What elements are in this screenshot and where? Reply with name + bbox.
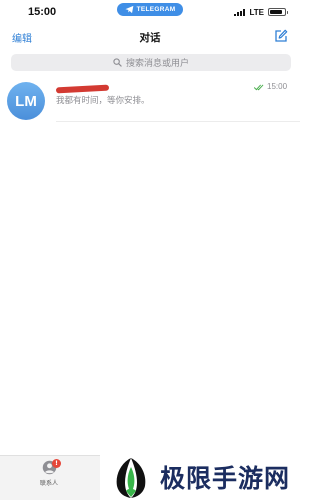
redacted-name <box>55 84 110 94</box>
message-time: 15:00 <box>267 82 288 91</box>
row-divider <box>56 121 300 122</box>
contacts-badge: ! <box>52 459 61 468</box>
tab-contacts[interactable]: ! 联系人 <box>35 459 63 494</box>
page-title: 对话 <box>139 32 161 44</box>
message-preview: 我都有时间，等你安排。 <box>56 96 150 106</box>
double-check-icon <box>254 84 264 91</box>
chat-list-item[interactable]: LM 15:00 我都有时间，等你安排。 <box>0 78 300 122</box>
status-indicators: LTE <box>234 7 288 17</box>
nav-bar: 编辑 对话 <box>0 26 300 50</box>
tab-bar: ! 联系人 <box>0 455 100 500</box>
avatar: LM <box>7 82 45 120</box>
battery-fill <box>270 10 282 14</box>
status-bar: 15:00 TELEGRAM LTE <box>0 0 300 24</box>
tab-contacts-label: 联系人 <box>39 480 58 487</box>
compose-icon[interactable] <box>274 29 288 43</box>
telegram-pill-label: TELEGRAM <box>136 6 176 13</box>
status-time: 15:00 <box>28 6 57 18</box>
paper-plane-icon <box>125 5 133 14</box>
network-type: LTE <box>249 7 264 17</box>
telegram-pill[interactable]: TELEGRAM <box>117 3 183 16</box>
search-input[interactable]: 搜索消息或用户 <box>11 54 291 71</box>
search-placeholder: 搜索消息或用户 <box>125 59 189 69</box>
watermark-text: 极限手游网 <box>160 464 291 493</box>
battery-icon <box>268 8 288 16</box>
search-icon <box>113 58 122 67</box>
signal-icon <box>234 8 246 16</box>
watermark-logo <box>116 458 146 498</box>
